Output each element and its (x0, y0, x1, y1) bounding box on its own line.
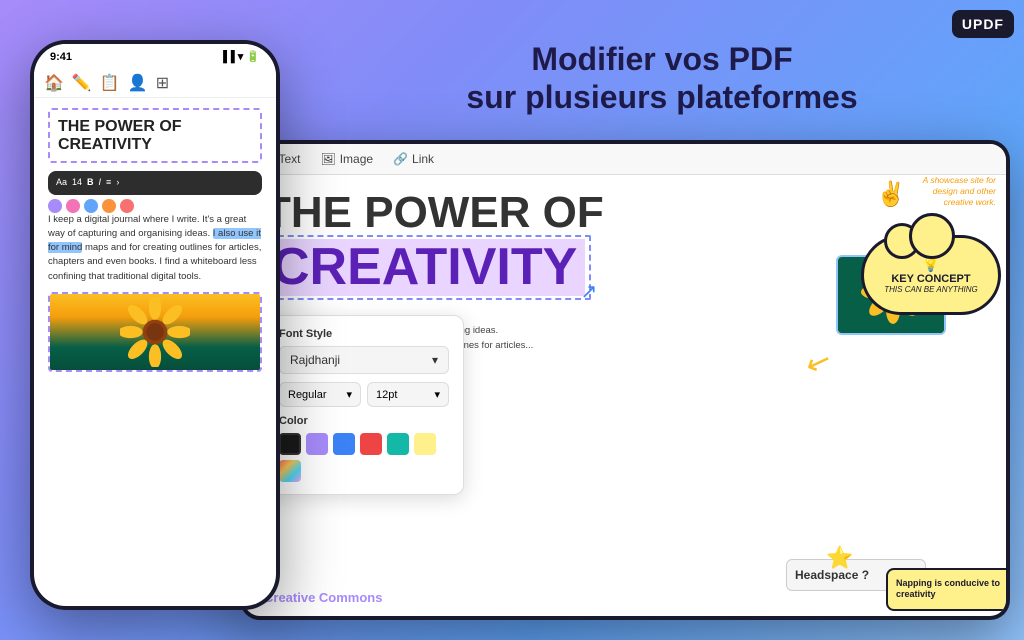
size-chevron-icon: ▾ (434, 388, 440, 401)
sunflower-image (50, 294, 260, 370)
phone-title: THE POWER OF CREATIVITY (58, 118, 252, 153)
phone-image-box (48, 292, 262, 372)
phone-device: 9:41 ▐▐ ▾ 🔋 🏠 ✏️ 📋 👤 ⊞ THE POWER OF CREA… (30, 40, 280, 610)
link-label: Link (412, 152, 434, 166)
font-style-label: Font Style (279, 328, 449, 340)
phone-screen: 9:41 ▐▐ ▾ 🔋 🏠 ✏️ 📋 👤 ⊞ THE POWER OF CREA… (34, 44, 276, 606)
sunflower-svg (120, 297, 190, 367)
swatch-purple[interactable] (306, 433, 328, 455)
phone-title-line1: THE POWER OF (58, 118, 252, 136)
key-concept-title: KEY CONCEPT (891, 273, 970, 285)
font-aa[interactable]: Aa (56, 176, 67, 190)
headline: Modifier vos PDF sur plusieurs plateform… (360, 40, 964, 117)
tablet-title-line1: THE POWER OF (264, 191, 766, 235)
font-name-dropdown[interactable]: Rajdhanji ▾ (279, 346, 449, 374)
star-icon: ⭐ (826, 545, 853, 571)
color-pink[interactable] (66, 199, 80, 213)
more-btn[interactable]: ≡ (106, 176, 111, 190)
toolbar-link[interactable]: 🔗 Link (393, 152, 434, 166)
chevron-down-icon: ▾ (432, 353, 438, 367)
bold-btn[interactable]: B (87, 176, 94, 190)
swatch-blue[interactable] (333, 433, 355, 455)
image-label: Image (340, 152, 373, 166)
creative-commons-footer: Creative Commons (244, 584, 786, 611)
phone-status-bar: 9:41 ▐▐ ▾ 🔋 (34, 44, 276, 69)
font-name-value: Rajdhanji (290, 353, 340, 367)
color-dots-row (48, 199, 262, 213)
phone-time: 9:41 (50, 51, 72, 63)
lightbulb-icon: 💡 (922, 256, 939, 273)
toolbar-image[interactable]: 🖼 Image (320, 152, 373, 166)
font-size[interactable]: 14 (72, 176, 82, 190)
font-size-value: 12pt (376, 389, 397, 401)
phone-title-line2: CREATIVITY (58, 136, 252, 154)
phone-body-text: I keep a digital journal where I write. … (48, 213, 262, 284)
selection-border (258, 235, 591, 300)
swatch-teal[interactable] (387, 433, 409, 455)
color-swatches (279, 433, 449, 482)
phone-toolbar: 🏠 ✏️ 📋 👤 ⊞ (34, 69, 276, 98)
font-options-row: Regular ▾ 12pt ▾ (279, 382, 449, 407)
image-icon: 🖼 (320, 152, 335, 166)
creative-commons-text: Creative Commons (264, 590, 382, 605)
key-concept-container: 💡 KEY CONCEPT This can be anything (861, 235, 1006, 355)
swatch-black[interactable] (279, 433, 301, 455)
key-concept-sub: This can be anything (884, 285, 978, 294)
weight-chevron-icon: ▾ (346, 388, 352, 401)
color-red[interactable] (120, 199, 134, 213)
headline-line1: Modifier vos PDF (360, 40, 964, 78)
color-orange[interactable] (102, 199, 116, 213)
tablet-screen: ⊤ Text 🖼 Image 🔗 Link THE POWER OF CREAT… (244, 144, 1006, 616)
swatch-yellow[interactable] (414, 433, 436, 455)
text-format-toolbar[interactable]: Aa 14 B I ≡ › (48, 171, 262, 195)
color-blue[interactable] (84, 199, 98, 213)
chevron-right-icon[interactable]: › (116, 176, 119, 190)
text-cursor: ↗ (581, 279, 598, 304)
color-purple[interactable] (48, 199, 62, 213)
italic-btn[interactable]: I (99, 176, 102, 190)
headline-line2: sur plusieurs plateformes (360, 78, 964, 116)
tablet-device: ⊤ Text 🖼 Image 🔗 Link THE POWER OF CREAT… (240, 140, 1010, 620)
tablet-body: THE POWER OF CREATIVITY ↗ Font Style Raj… (244, 175, 1006, 611)
user-icon[interactable]: 👤 (128, 73, 148, 93)
color-label: Color (279, 415, 449, 427)
link-icon: 🔗 (393, 152, 408, 166)
phone-icons: ▐▐ ▾ 🔋 (219, 50, 260, 63)
font-weight-dropdown[interactable]: Regular ▾ (279, 382, 361, 407)
font-size-dropdown[interactable]: 12pt ▾ (367, 382, 449, 407)
phone-content: THE POWER OF CREATIVITY Aa 14 B I ≡ › (34, 98, 276, 382)
hand-emoji: ✌️ (876, 180, 906, 209)
phone-title-box: THE POWER OF CREATIVITY (48, 108, 262, 163)
font-weight-value: Regular (288, 389, 327, 401)
showcase-text: A showcase site for design and other cre… (906, 175, 996, 208)
tablet-main-content: THE POWER OF CREATIVITY ↗ Font Style Raj… (244, 175, 786, 611)
grid-icon[interactable]: ⊞ (156, 73, 169, 93)
tablet-right-deco: A showcase site for design and other cre… (786, 175, 1006, 611)
text-label: Text (278, 152, 300, 166)
copy-icon[interactable]: 📋 (100, 73, 120, 93)
napping-label: Napping is conducive to creativity (896, 578, 1000, 600)
edit-icon[interactable]: ✏️ (72, 73, 92, 93)
swatch-red[interactable] (360, 433, 382, 455)
curved-arrow: ↙ (801, 342, 837, 383)
key-concept-cloud: 💡 KEY CONCEPT This can be anything (861, 235, 1001, 315)
highlighted-text: I also use it for mind (48, 228, 261, 253)
tablet-toolbar: ⊤ Text 🖼 Image 🔗 Link (244, 144, 1006, 175)
updf-logo: UPDF (952, 10, 1014, 38)
napping-box: Napping is conducive to creativity (886, 568, 1006, 611)
home-icon[interactable]: 🏠 (44, 73, 64, 93)
color-picker-swatch[interactable] (279, 460, 301, 482)
font-style-panel: Font Style Rajdhanji ▾ Regular ▾ 12pt ▾ (264, 315, 464, 495)
